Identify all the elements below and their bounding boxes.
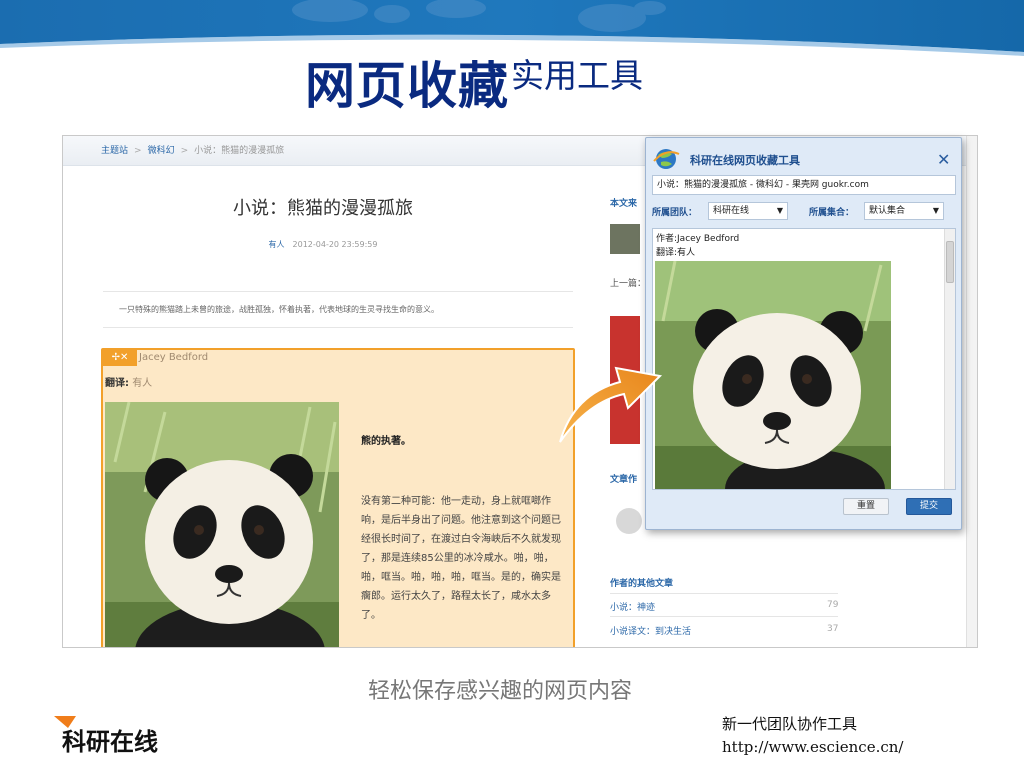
other-articles-label: 作者的其他文章 xyxy=(610,579,674,589)
footer-url[interactable]: http://www.escience.cn/ xyxy=(722,738,903,756)
clipped-content-preview[interactable]: 作者:Jacey Bedford 翻译:有人 xyxy=(652,228,956,490)
preview-translator: 翻译:有人 xyxy=(656,248,696,258)
popup-title: 科研在线网页收藏工具 xyxy=(690,154,800,167)
close-icon[interactable]: ✕ xyxy=(937,150,950,169)
slide-title: 网页收藏实用工具 xyxy=(305,46,643,118)
logo-text: 科研在线 xyxy=(62,728,158,756)
collection-select[interactable]: 默认集合 ▼ xyxy=(864,202,944,220)
article-meta: 有人 2012-04-20 23:59:59 xyxy=(173,239,473,250)
team-select[interactable]: 科研在线 ▼ xyxy=(708,202,788,220)
preview-panda-photo xyxy=(655,261,891,489)
other-article-link[interactable]: 小说译文：到决生活 xyxy=(610,624,691,637)
title-sub: 实用工具 xyxy=(511,56,643,95)
selection-tools-icon[interactable]: ✢✕ xyxy=(103,350,137,366)
submit-button[interactable]: 提交 xyxy=(906,498,952,515)
team-label: 所属团队： xyxy=(652,208,698,218)
page-scrollbar[interactable] xyxy=(966,136,977,647)
panda-photo xyxy=(105,402,339,647)
divider xyxy=(610,593,838,594)
article-summary: 一只特殊的熊猫踏上未曾的旅途，战胜孤独，怀着执著，代表地球的生灵寻找生命的意义。 xyxy=(103,291,573,328)
slide-caption: 轻松保存感兴趣的网页内容 xyxy=(367,679,632,704)
breadcrumb-category[interactable]: 微科幻 xyxy=(148,146,175,156)
other-article-count: 79 xyxy=(827,600,839,610)
articles-label: 文章作 xyxy=(610,475,638,485)
source-label: 本文来 xyxy=(610,199,638,209)
reset-button[interactable]: 重置 xyxy=(843,498,889,515)
translator-label: 翻译: xyxy=(105,378,129,389)
page-title-field[interactable]: 小说：熊猫的漫漫孤旅 - 微科幻 - 果壳网 guokr.com xyxy=(652,175,956,195)
avatar[interactable] xyxy=(616,508,642,534)
highlight-heading: 熊的执著。 xyxy=(361,436,411,447)
globe-logo-icon xyxy=(653,149,680,169)
breadcrumb-current: 小说：熊猫的漫漫孤旅 xyxy=(194,146,285,156)
article-author[interactable]: 有人 xyxy=(269,240,285,249)
article-title: 小说：熊猫的漫漫孤旅 xyxy=(233,198,413,219)
preview-scrollbar[interactable] xyxy=(944,229,955,489)
article-date: 2012-04-20 23:59:59 xyxy=(292,240,378,249)
other-article-count: 37 xyxy=(827,624,839,634)
breadcrumb-home[interactable]: 主题站 xyxy=(101,146,128,156)
title-main: 网页收藏 xyxy=(305,57,509,115)
other-article-link[interactable]: 小说：神迹 xyxy=(610,600,655,613)
highlight-author: Jacey Bedford xyxy=(139,352,209,363)
chevron-down-icon: ▼ xyxy=(932,206,939,215)
footer-tagline: 新一代团队协作工具 xyxy=(722,715,858,733)
selected-content-block[interactable]: ✢✕ Jacey Bedford 翻译: 有人 熊的执著。 没有第二种可能：他一… xyxy=(101,348,575,647)
orange-arrow-icon xyxy=(559,366,663,443)
collection-value: 默认集合 xyxy=(869,206,906,216)
source-thumbnail[interactable] xyxy=(610,224,640,254)
divider xyxy=(610,616,838,617)
highlight-body: 没有第二种可能：他一走动，身上就哐啷作响，是后半身出了问题。他注意到这个问题已经… xyxy=(361,496,561,621)
scrollbar-thumb[interactable] xyxy=(946,241,954,283)
highlight-translator: 翻译: 有人 xyxy=(105,374,152,389)
bookmark-tool-popup: 科研在线网页收藏工具 ✕ 小说：熊猫的漫漫孤旅 - 微科幻 - 果壳网 guok… xyxy=(645,137,962,530)
translator-name: 有人 xyxy=(132,378,153,389)
chevron-down-icon: ▼ xyxy=(776,206,783,215)
prev-label: 上一篇： xyxy=(610,279,647,289)
preview-author: 作者:Jacey Bedford xyxy=(656,234,740,244)
team-value: 科研在线 xyxy=(713,206,750,216)
collection-label: 所属集合： xyxy=(809,208,855,218)
